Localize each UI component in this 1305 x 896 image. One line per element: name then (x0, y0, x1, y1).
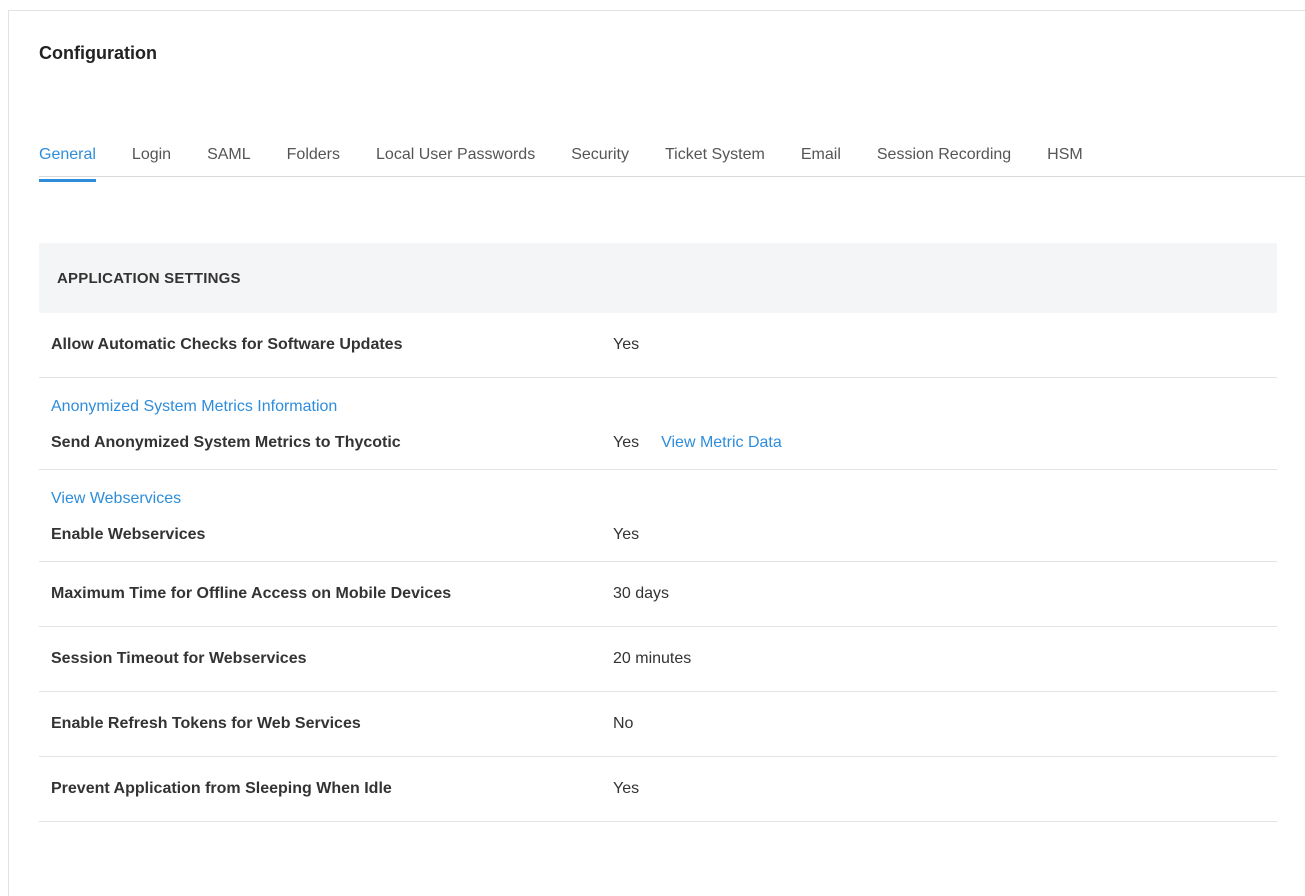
setting-row-refresh-tokens: Enable Refresh Tokens for Web Services N… (39, 692, 1277, 757)
configuration-panel: Configuration General Login SAML Folders… (8, 10, 1305, 896)
setting-value: Yes (613, 433, 640, 451)
setting-row-enable-webservices: Enable Webservices Yes (39, 508, 1277, 561)
page-title: Configuration (39, 43, 157, 63)
view-webservices-link[interactable]: View Webservices (39, 470, 1277, 508)
setting-label: Allow Automatic Checks for Software Upda… (51, 336, 403, 353)
tab-hsm[interactable]: HSM (1047, 139, 1083, 176)
tab-login[interactable]: Login (132, 139, 171, 176)
setting-label: Enable Webservices (51, 525, 206, 543)
view-metric-data-link[interactable]: View Metric Data (661, 434, 782, 452)
tab-local-user-passwords[interactable]: Local User Passwords (376, 139, 535, 176)
setting-value: 20 minutes (613, 650, 692, 667)
setting-label: Send Anonymized System Metrics to Thycot… (51, 433, 401, 451)
tab-general[interactable]: General (39, 139, 96, 182)
setting-value: Yes (613, 336, 640, 353)
setting-row-prevent-sleep: Prevent Application from Sleeping When I… (39, 757, 1277, 822)
tab-saml[interactable]: SAML (207, 139, 251, 176)
setting-value: 30 days (613, 585, 670, 602)
setting-row-send-metrics: Send Anonymized System Metrics to Thycot… (39, 416, 1277, 469)
setting-row-offline-access: Maximum Time for Offline Access on Mobil… (39, 562, 1277, 627)
tab-folders[interactable]: Folders (287, 139, 340, 176)
webservices-group: View Webservices Enable Webservices Yes (39, 470, 1277, 562)
tab-bar: General Login SAML Folders Local User Pa… (39, 139, 1305, 182)
setting-row-session-timeout: Session Timeout for Webservices 20 minut… (39, 627, 1277, 692)
setting-label: Prevent Application from Sleeping When I… (51, 780, 392, 797)
setting-label: Session Timeout for Webservices (51, 650, 307, 667)
tab-security[interactable]: Security (571, 139, 629, 176)
tab-session-recording[interactable]: Session Recording (877, 139, 1011, 176)
setting-value: Yes (613, 525, 640, 543)
setting-label: Enable Refresh Tokens for Web Services (51, 715, 361, 732)
tab-email[interactable]: Email (801, 139, 841, 176)
setting-label: Maximum Time for Offline Access on Mobil… (51, 585, 452, 602)
section-header-application-settings: APPLICATION SETTINGS (39, 243, 1277, 313)
metrics-group: Anonymized System Metrics Information Se… (39, 378, 1277, 470)
settings-list: Allow Automatic Checks for Software Upda… (39, 313, 1277, 822)
anonymized-metrics-info-link[interactable]: Anonymized System Metrics Information (39, 378, 1277, 416)
setting-value: Yes (613, 780, 640, 797)
setting-row-auto-updates: Allow Automatic Checks for Software Upda… (39, 313, 1277, 378)
setting-value: No (613, 715, 634, 732)
tab-ticket-system[interactable]: Ticket System (665, 139, 765, 176)
